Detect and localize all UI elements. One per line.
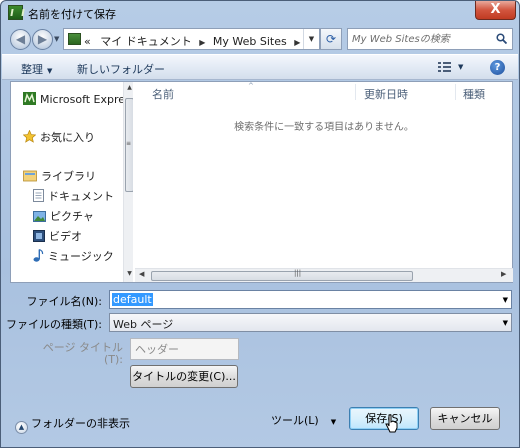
page-title-label-shortcut: (T):: [103, 353, 123, 366]
column-header-type[interactable]: 種類: [463, 86, 485, 102]
app-icon: [8, 5, 23, 20]
hide-folders-label: フォルダーの非表示: [31, 417, 130, 430]
help-icon[interactable]: ?: [490, 60, 505, 75]
breadcrumb-item-documents[interactable]: マイ ドキュメント: [100, 35, 192, 48]
address-dropdown[interactable]: ▼: [303, 29, 319, 49]
save-button[interactable]: 保存(S): [349, 407, 419, 430]
organize-menu-button[interactable]: 整理 ▼: [21, 61, 52, 77]
back-arrow-icon: ◀: [15, 32, 26, 46]
nav-label: お気に入り: [40, 131, 95, 144]
forward-arrow-icon: ▶: [37, 32, 48, 46]
nav-item-documents[interactable]: ドキュメント: [33, 188, 114, 204]
search-input[interactable]: [352, 32, 490, 47]
express-app-icon: [23, 92, 36, 105]
nav-label: ライブラリ: [41, 170, 96, 183]
breadcrumb: « マイ ドキュメント ▶ My Web Sites ▶: [84, 33, 304, 49]
command-toolbar: 整理 ▼ 新しいフォルダー ▼ ?: [2, 54, 518, 80]
video-icon: [33, 230, 45, 242]
document-icon: [33, 189, 44, 202]
page-title-input[interactable]: [131, 339, 238, 359]
navigation-pane: Microsoft Express お気に入り ライブラリ ドキュメント ピクチ…: [11, 82, 133, 282]
nav-item-music[interactable]: ミュージック: [33, 248, 114, 264]
filename-label: ファイル名(N):: [26, 295, 102, 308]
empty-results-message: 検索条件に一致する項目はありません。: [234, 122, 414, 133]
filetype-label: ファイルの種類(T):: [5, 318, 102, 331]
nav-item-pictures[interactable]: ピクチャ: [33, 208, 94, 224]
nav-label: ピクチャ: [50, 210, 94, 223]
file-list: ^ 名前 更新日時 種類 検索条件に一致する項目はありません。 ◀ ||| ▶: [135, 82, 513, 282]
views-icon[interactable]: [438, 62, 451, 73]
chevron-down-icon[interactable]: ▼: [503, 319, 508, 327]
picture-icon: [33, 211, 46, 222]
column-divider[interactable]: [455, 84, 456, 100]
save-as-dialog: 名前を付けて保存 X ◀ ▶ ▼ « マイ ドキュメント ▶ My Web Si…: [0, 0, 520, 448]
change-title-button[interactable]: タイトルの変更(C)...: [130, 365, 238, 388]
navigation-vertical-scrollbar[interactable]: ▲ ≡ ▼: [123, 82, 133, 282]
column-divider[interactable]: [355, 84, 356, 100]
scroll-down-icon[interactable]: ▼: [125, 270, 133, 277]
scroll-left-icon[interactable]: ◀: [139, 270, 144, 278]
cancel-button[interactable]: キャンセル: [430, 407, 500, 430]
nav-label: ミュージック: [48, 250, 114, 263]
filetype-value: Web ページ: [113, 318, 174, 331]
title-bar: 名前を付けて保存 X: [1, 1, 519, 25]
filetype-select[interactable]: Web ページ ▼: [109, 313, 512, 332]
breadcrumb-overflow[interactable]: «: [84, 35, 91, 48]
filename-value[interactable]: default: [112, 293, 153, 306]
page-title-field: [130, 338, 239, 360]
nav-item-favorites[interactable]: お気に入り: [23, 129, 95, 145]
chevron-up-icon: ▲: [15, 421, 28, 434]
scroll-up-icon[interactable]: ▲: [125, 84, 133, 91]
nav-item-videos[interactable]: ビデオ: [33, 228, 82, 244]
browser-pane: Microsoft Express お気に入り ライブラリ ドキュメント ピクチ…: [10, 81, 513, 283]
chevron-down-icon: ▼: [330, 418, 337, 426]
nav-label: Microsoft Express: [40, 93, 133, 106]
folder-location-icon: [68, 33, 81, 45]
file-list-horizontal-scrollbar[interactable]: ◀ ||| ▶: [135, 268, 513, 282]
forward-button[interactable]: ▶: [32, 29, 53, 50]
hide-folders-toggle[interactable]: ▲ フォルダーの非表示: [15, 415, 130, 434]
tools-menu-button[interactable]: ツール(L) ▼: [271, 412, 336, 428]
breadcrumb-item-my-web-sites[interactable]: My Web Sites: [213, 35, 287, 48]
scroll-right-icon[interactable]: ▶: [501, 270, 506, 278]
back-button[interactable]: ◀: [10, 29, 31, 50]
refresh-button[interactable]: ⟳: [320, 28, 342, 50]
nav-label: ビデオ: [49, 230, 82, 243]
scrollbar-thumb[interactable]: |||: [151, 269, 413, 281]
nav-label: ドキュメント: [48, 190, 114, 203]
chevron-down-icon[interactable]: ▼: [503, 296, 508, 304]
nav-item-libraries[interactable]: ライブラリ: [23, 168, 96, 184]
column-header-date-modified[interactable]: 更新日時: [364, 86, 408, 102]
window-title: 名前を付けて保存: [28, 8, 116, 21]
star-icon: [23, 130, 36, 143]
address-bar[interactable]: « マイ ドキュメント ▶ My Web Sites ▶ ▼: [63, 28, 320, 50]
scroll-grip-icon: |||: [294, 269, 302, 277]
chevron-down-icon: ▼: [47, 67, 53, 75]
views-dropdown[interactable]: ▼: [458, 63, 463, 71]
filename-field[interactable]: default ▼: [109, 290, 512, 309]
nav-item-microsoft-express[interactable]: Microsoft Express: [23, 92, 133, 106]
new-folder-button[interactable]: 新しいフォルダー: [77, 61, 165, 77]
breadcrumb-separator-icon[interactable]: ▶: [294, 38, 300, 47]
close-button[interactable]: X: [475, 1, 516, 20]
sort-indicator-icon: ^: [248, 82, 254, 90]
music-icon: [33, 249, 44, 262]
scroll-grip-icon: ≡: [126, 140, 132, 147]
refresh-icon: ⟳: [325, 32, 337, 46]
search-icon[interactable]: [496, 33, 507, 44]
breadcrumb-separator-icon[interactable]: ▶: [199, 38, 205, 47]
column-header-name[interactable]: 名前: [152, 86, 174, 102]
mouse-cursor-icon: [385, 414, 398, 433]
tools-label: ツール(L): [271, 414, 319, 427]
recent-pages-dropdown[interactable]: ▼: [54, 35, 59, 43]
library-icon: [23, 170, 37, 182]
search-box: [347, 28, 513, 50]
organize-label: 整理: [21, 63, 43, 76]
